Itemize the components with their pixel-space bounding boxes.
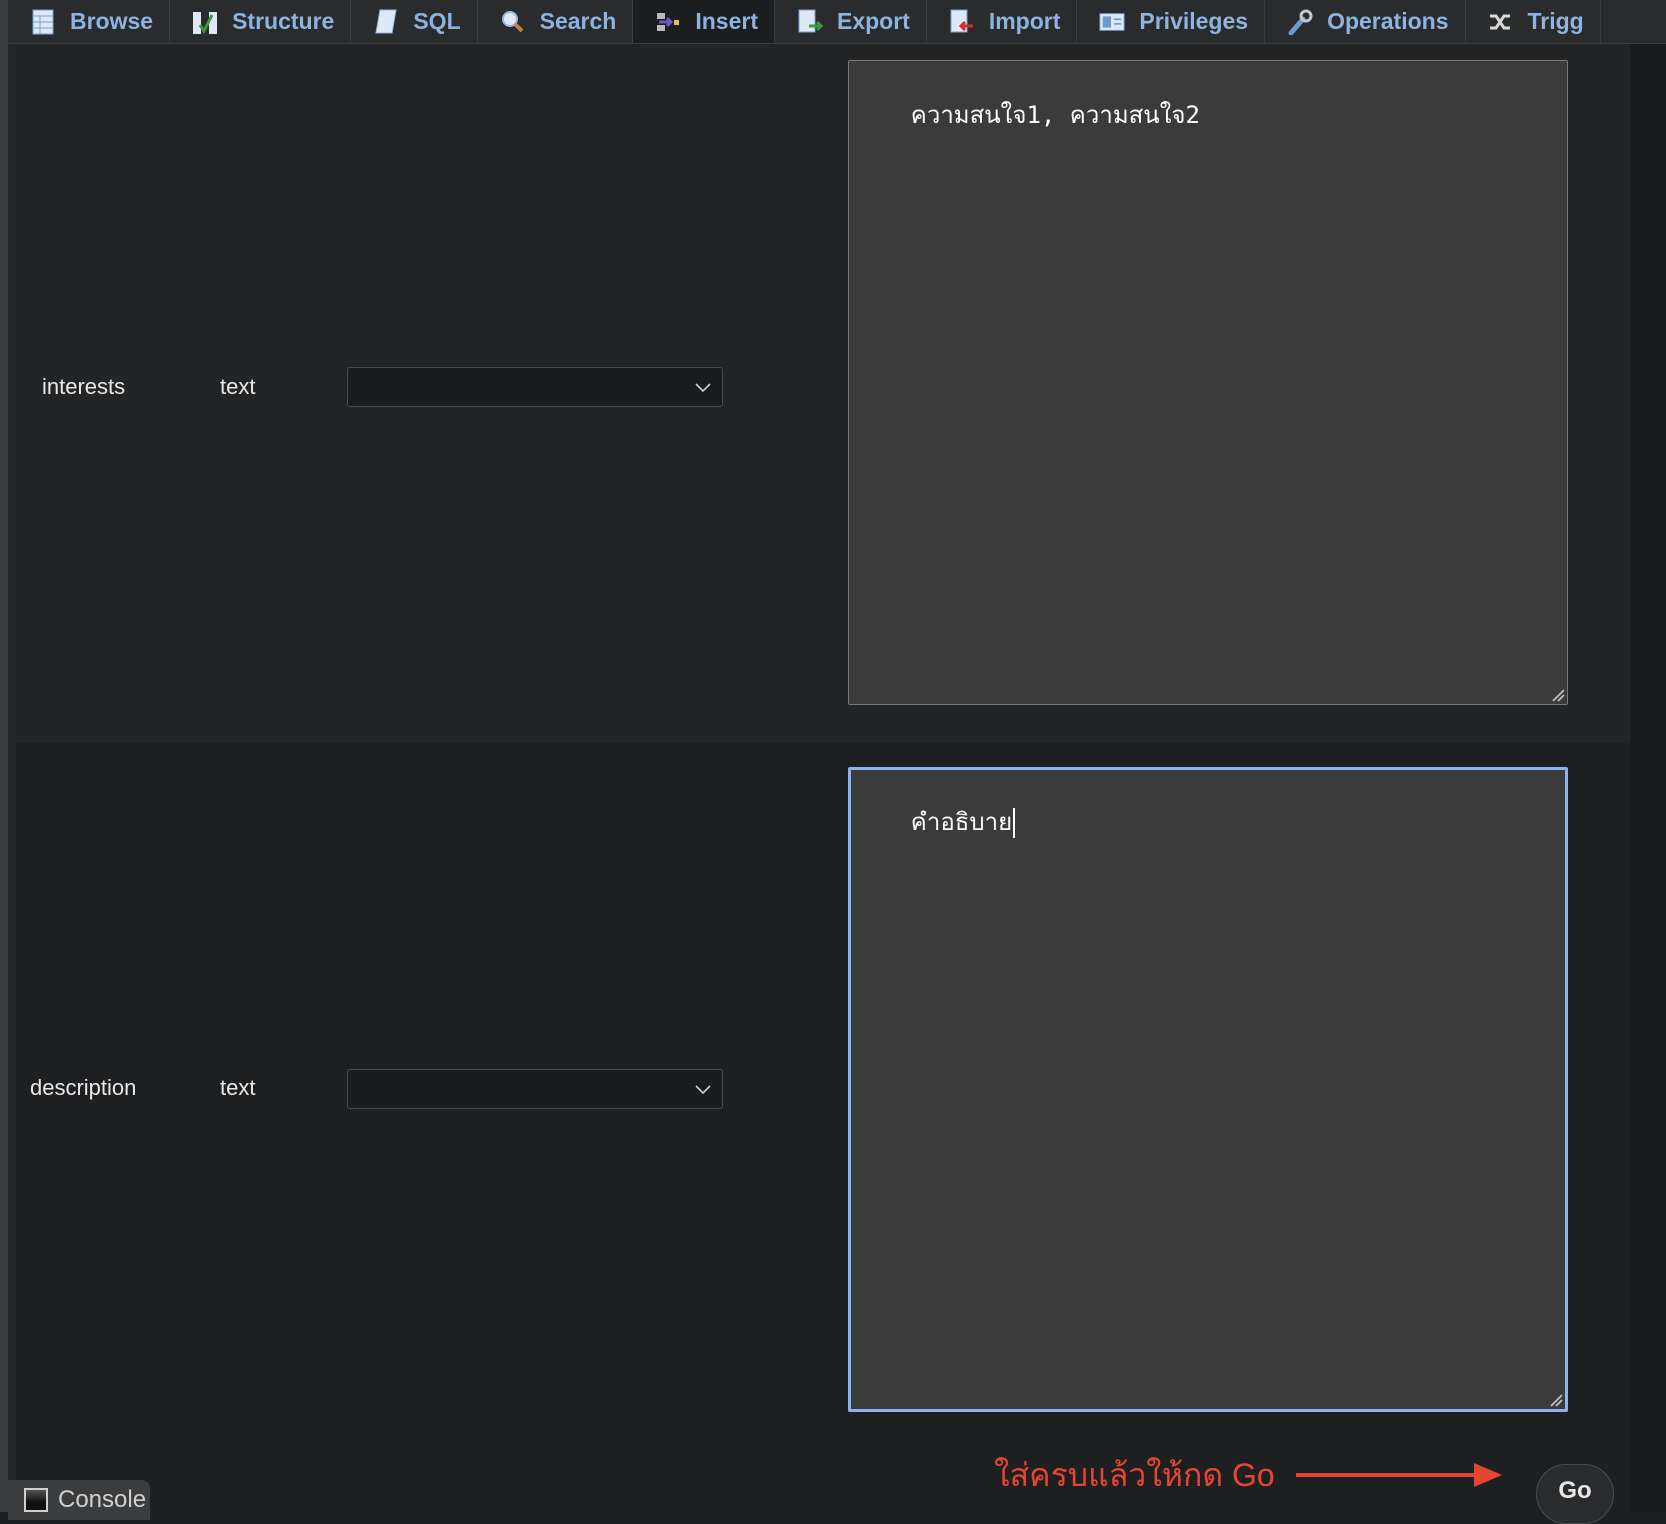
tab-privileges[interactable]: Privileges xyxy=(1077,0,1266,43)
tab-triggers[interactable]: Trigg xyxy=(1466,0,1601,43)
tab-search[interactable]: Search xyxy=(478,0,634,43)
insert-icon xyxy=(655,9,681,35)
tab-label: SQL xyxy=(413,8,461,34)
annotation-text: ใส่ครบแล้วให้กด Go xyxy=(994,1457,1275,1493)
tab-label: Export xyxy=(836,8,910,34)
value-text: คำอธิบาย xyxy=(910,808,1013,836)
field-name: interests xyxy=(42,374,126,399)
tab-operations[interactable]: Operations xyxy=(1265,0,1466,43)
value-textarea[interactable]: ความสนใจ1, ความสนใจ2 xyxy=(848,60,1568,705)
tab-label: Trigg xyxy=(1527,8,1584,34)
field-type: text xyxy=(220,1075,256,1100)
arrow-right-icon xyxy=(1296,1463,1502,1487)
tab-browse[interactable]: Browse xyxy=(8,0,171,43)
field-type: text xyxy=(220,374,256,399)
function-select[interactable] xyxy=(347,1069,723,1109)
wrench-icon xyxy=(1287,9,1313,35)
chevron-down-icon xyxy=(695,1085,711,1095)
tab-import[interactable]: Import xyxy=(927,0,1078,43)
console-toggle[interactable]: Console xyxy=(8,1480,150,1520)
tab-label: Privileges xyxy=(1139,8,1249,34)
tab-sql[interactable]: SQL xyxy=(351,0,478,43)
tab-label: Browse xyxy=(70,8,154,34)
field-row-interests: interests text ความสนใจ1, ความสนใจ2 xyxy=(16,44,1630,743)
resize-grip-icon[interactable] xyxy=(1551,688,1565,702)
sql-icon xyxy=(373,9,399,35)
table-icon xyxy=(30,9,56,35)
tab-bar: Browse Structure SQL Search Insert Expor… xyxy=(8,0,1666,44)
triggers-icon xyxy=(1488,9,1514,35)
value-textarea[interactable]: คำอธิบาย xyxy=(848,767,1568,1412)
import-icon xyxy=(949,9,975,35)
left-gutter xyxy=(8,0,16,1512)
tab-label: Import xyxy=(988,8,1061,34)
tab-label: Structure xyxy=(232,8,335,34)
field-row-description: description text คำอธิบาย xyxy=(16,743,1630,1418)
left-edge xyxy=(0,0,8,1512)
tab-insert[interactable]: Insert xyxy=(633,0,775,43)
console-icon xyxy=(24,1488,48,1512)
right-scroll-strip xyxy=(1630,44,1666,1512)
tab-label: Operations xyxy=(1327,8,1449,34)
console-label: Console xyxy=(58,1486,147,1513)
function-select[interactable] xyxy=(347,367,723,407)
structure-icon xyxy=(192,9,218,35)
tab-structure[interactable]: Structure xyxy=(170,0,352,43)
chevron-down-icon xyxy=(695,383,711,393)
resize-grip-icon[interactable] xyxy=(1549,1393,1563,1407)
go-button[interactable]: Go xyxy=(1536,1464,1614,1524)
export-icon xyxy=(797,9,823,35)
text-caret xyxy=(1013,808,1016,838)
tab-export[interactable]: Export xyxy=(775,0,927,43)
privileges-icon xyxy=(1099,9,1125,35)
tab-label: Insert xyxy=(695,8,758,34)
field-name: description xyxy=(30,1075,137,1100)
value-text: ความสนใจ1, ความสนใจ2 xyxy=(910,101,1200,129)
search-icon xyxy=(500,9,526,35)
tab-label: Search xyxy=(539,8,617,34)
